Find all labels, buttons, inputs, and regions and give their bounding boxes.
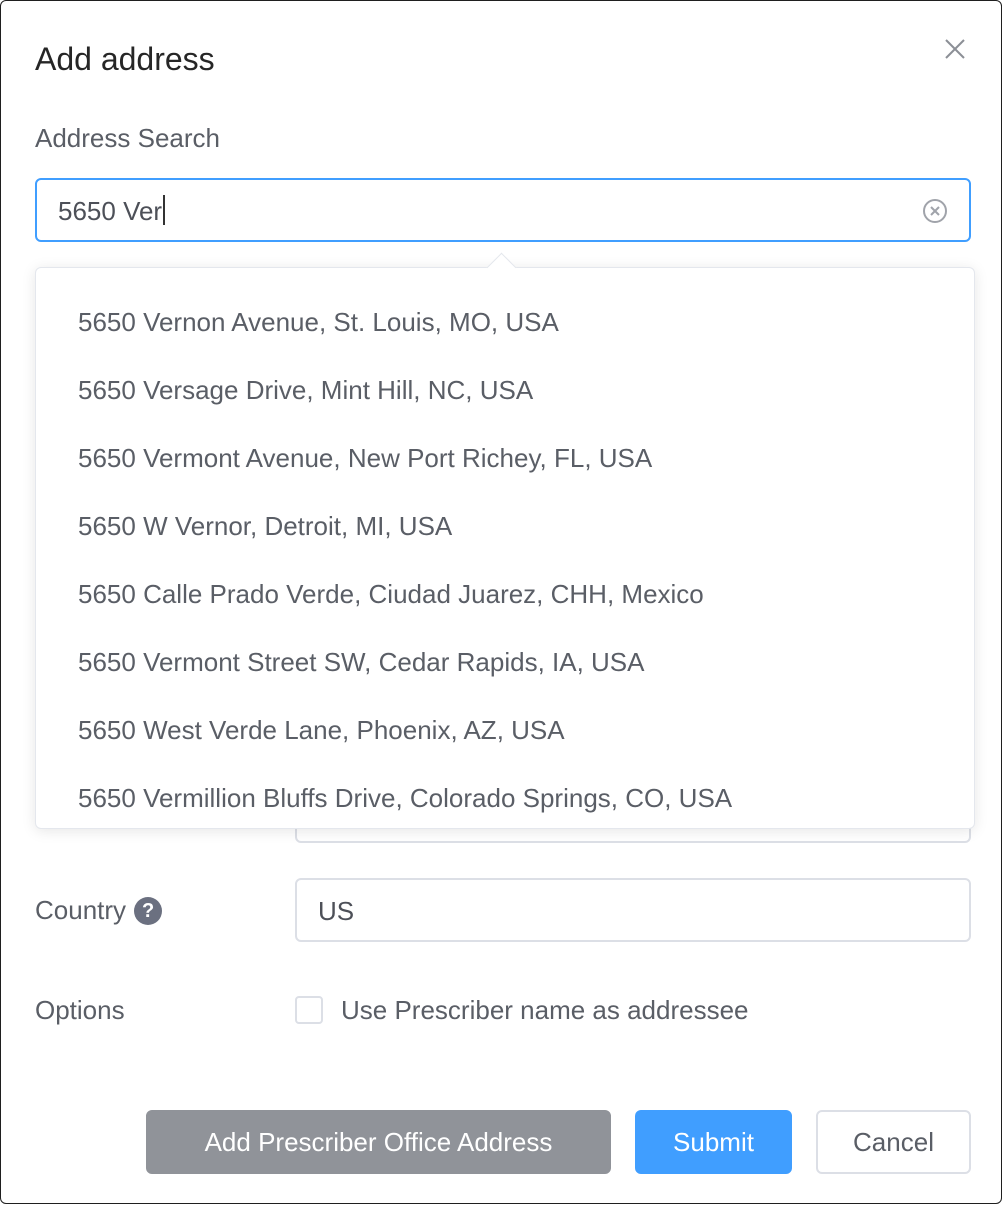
clear-circle-icon[interactable] [921,197,949,225]
country-input[interactable]: US [295,878,971,942]
question-circle-icon[interactable]: ? [134,897,163,925]
text-cursor [163,195,166,225]
address-search-label: Address Search [35,123,220,153]
address-suggestions-dropdown: 5650 Vernon Avenue, St. Louis, MO, USA 56… [35,267,975,829]
options-label: Options [35,995,125,1025]
suggestion-item[interactable]: 5650 Versage Drive, Mint Hill, NC, USA [36,356,974,424]
suggestion-item[interactable]: 5650 Calle Prado Verde, Ciudad Juarez, C… [36,560,974,628]
cancel-button[interactable]: Cancel [816,1110,971,1174]
close-icon[interactable] [939,33,971,65]
country-label: Country? [35,893,163,927]
dialog-title: Add address [35,41,215,77]
add-address-dialog: Add address Address Search 5650 Ver Coun… [0,0,1002,1204]
suggestion-list: 5650 Vernon Avenue, St. Louis, MO, USA 56… [36,268,974,828]
suggestion-item[interactable]: 5650 Vermillion Bluffs Drive, Colorado S… [36,764,974,828]
submit-button[interactable]: Submit [635,1110,792,1174]
suggestion-item[interactable]: 5650 Vermont Street SW, Cedar Rapids, IA… [36,628,974,696]
use-prescriber-name-checkbox[interactable] [295,996,323,1024]
suggestion-item[interactable]: 5650 Vernon Avenue, St. Louis, MO, USA [36,288,974,356]
add-prescriber-office-address-button[interactable]: Add Prescriber Office Address [146,1110,611,1174]
address-search-value[interactable]: 5650 Ver [58,194,166,228]
suggestion-item[interactable]: 5650 W Vernor, Detroit, MI, USA [36,492,974,560]
suggestion-item[interactable]: 5650 West Verde Lane, Phoenix, AZ, USA [36,696,974,764]
use-prescriber-name-label[interactable]: Use Prescriber name as addressee [341,993,749,1027]
address-search-input[interactable]: 5650 Ver [35,178,971,242]
country-value: US [318,896,355,926]
suggestion-item[interactable]: 5650 Vermont Avenue, New Port Richey, FL… [36,424,974,492]
